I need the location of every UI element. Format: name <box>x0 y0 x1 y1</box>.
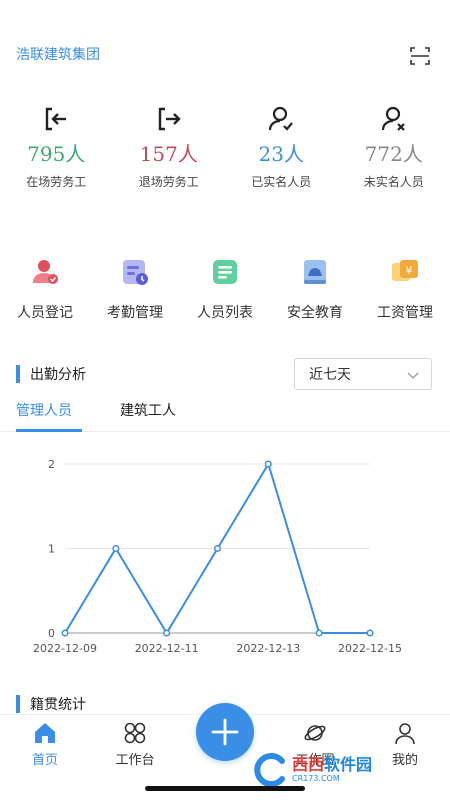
stat-label: 未实名人员 <box>363 175 424 189</box>
menu-label: 安全教育 <box>287 305 343 321</box>
unverified-user-icon <box>381 106 405 131</box>
scan-icon[interactable] <box>408 44 432 68</box>
menu-person-list[interactable]: 人员列表 <box>180 256 270 336</box>
stat-value: 772人 <box>364 142 423 166</box>
stat-on-site[interactable]: 795人 在场劳务工 <box>0 100 113 200</box>
stat-label: 在场劳务工 <box>26 175 87 189</box>
nav-work-circle[interactable]: 工作圈 <box>280 721 350 768</box>
x-tick-label: 2022-12-11 <box>135 642 199 655</box>
workbench-icon <box>124 722 146 744</box>
y-tick-label: 2 <box>48 458 55 471</box>
data-point <box>315 629 323 637</box>
menu-label: 人员登记 <box>17 305 73 321</box>
tab-workers[interactable]: 建筑工人 <box>120 400 176 420</box>
stat-value: 795人 <box>27 142 86 166</box>
attendance-icon <box>123 260 148 285</box>
nav-label: 工作圈 <box>295 753 335 768</box>
date-range-select[interactable]: 近七天 <box>294 358 432 390</box>
safety-education-icon <box>304 260 326 284</box>
menu-person-register[interactable]: 人员登记 <box>0 256 90 336</box>
person-list-icon <box>213 260 237 284</box>
menu-safety-education[interactable]: 安全教育 <box>270 256 360 336</box>
nav-profile[interactable]: 我的 <box>370 721 440 768</box>
section-marker <box>16 695 20 713</box>
x-tick-label: 2022-12-15 <box>338 642 402 655</box>
planet-icon <box>304 725 326 741</box>
profile-icon <box>395 723 415 745</box>
data-point <box>264 460 272 468</box>
nav-home[interactable]: 首页 <box>10 721 80 768</box>
active-tab-indicator <box>16 429 82 432</box>
function-menu: 人员登记 考勤管理 人员列表 安全教育 ¥ 工资管理 <box>0 256 450 336</box>
menu-label: 人员列表 <box>197 305 253 321</box>
stat-verified[interactable]: 23人 已实名人员 <box>225 100 338 200</box>
stat-unverified[interactable]: 772人 未实名人员 <box>338 100 450 200</box>
attendance-line-chart: 0 1 2 2022-12-09 2022-12-11 2022-12-13 2022-12… <box>33 458 402 655</box>
date-range-value: 近七天 <box>309 367 351 383</box>
attendance-section-title: 出勤分析 <box>16 364 86 384</box>
nav-workbench[interactable]: 工作台 <box>100 721 170 768</box>
company-name: 浩联建筑集团 <box>16 47 100 63</box>
data-point <box>61 629 69 637</box>
menu-salary[interactable]: ¥ 工资管理 <box>360 256 450 336</box>
x-tick-label: 2022-12-13 <box>236 642 300 655</box>
data-point <box>366 629 374 637</box>
stat-value: 23人 <box>258 142 304 166</box>
worker-stats: 795人 在场劳务工 157人 退场劳务工 23人 已实名人员 772人 未实名… <box>0 100 450 200</box>
section-title-text: 出勤分析 <box>30 367 86 383</box>
header: 浩联建筑集团 <box>0 0 450 110</box>
add-icon <box>211 718 239 746</box>
x-tick-label: 2022-12-09 <box>33 642 97 655</box>
data-point <box>163 629 171 637</box>
add-button[interactable] <box>196 703 254 761</box>
section-marker <box>16 365 20 383</box>
exit-site-icon <box>158 107 181 131</box>
nav-label: 我的 <box>391 753 418 768</box>
data-point <box>213 544 222 553</box>
person-register-icon <box>33 260 58 284</box>
salary-icon: ¥ <box>392 260 418 281</box>
stat-exited[interactable]: 157人 退场劳务工 <box>113 100 226 200</box>
origin-section-title: 籍贯统计 <box>16 694 86 714</box>
enter-site-icon <box>46 107 67 131</box>
y-tick-label: 1 <box>48 543 55 556</box>
menu-label: 工资管理 <box>377 305 433 321</box>
verified-user-icon <box>269 106 294 131</box>
stat-value: 157人 <box>139 142 198 166</box>
attendance-tabs: 管理人员 建筑工人 <box>0 396 450 432</box>
menu-attendance[interactable]: 考勤管理 <box>90 256 180 336</box>
home-indicator <box>145 786 305 791</box>
stat-label: 退场劳务工 <box>138 175 199 189</box>
section-title-text: 籍贯统计 <box>30 697 86 713</box>
tab-managers[interactable]: 管理人员 <box>16 400 72 420</box>
menu-label: 考勤管理 <box>107 305 163 321</box>
y-tick-label: 0 <box>48 627 55 640</box>
nav-label: 工作台 <box>115 753 155 768</box>
stat-label: 已实名人员 <box>251 175 312 189</box>
svg-text:¥: ¥ <box>406 264 413 277</box>
home-icon <box>35 723 55 743</box>
chevron-down-icon <box>407 372 419 379</box>
data-point <box>112 544 120 553</box>
nav-label: 首页 <box>31 753 58 768</box>
